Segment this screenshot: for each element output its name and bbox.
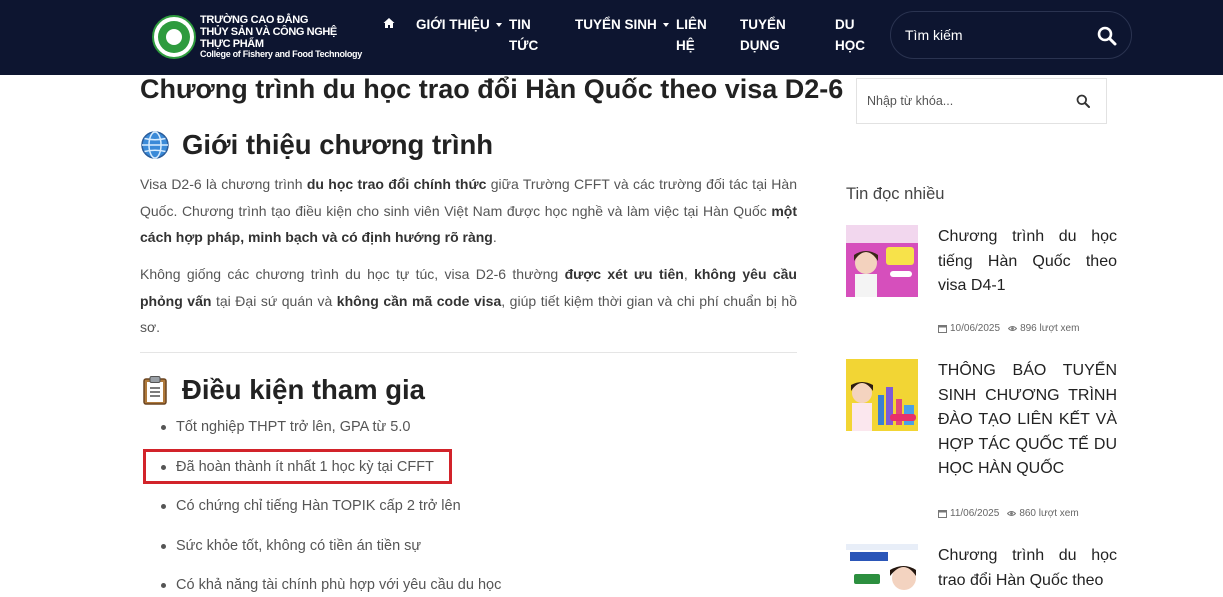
popular-post-item[interactable]: Chương trình du học trao đổi Hàn Quốc th… <box>846 544 1117 597</box>
post-thumbnail[interactable] <box>846 544 918 597</box>
requirements-list: Tốt nghiệp THPT trở lên, GPA từ 5.0 Đã h… <box>140 414 797 597</box>
post-thumbnail[interactable] <box>846 225 918 297</box>
header-search-placeholder: Tìm kiếm <box>905 27 963 43</box>
logo-line-3: College of Fishery and Food Technology <box>200 49 362 60</box>
calendar-icon <box>938 325 947 333</box>
highlight-annotation-box <box>143 449 452 484</box>
post-date: 11/06/2025 <box>950 508 1000 519</box>
eye-icon <box>1008 326 1018 331</box>
chevron-down-icon <box>662 23 669 28</box>
chevron-down-icon <box>495 23 502 28</box>
search-icon[interactable] <box>1097 26 1117 46</box>
post-title[interactable]: Chương trình du học tiếng Hàn Quốc theo … <box>938 225 1117 299</box>
section-heading-intro: Giới thiệu chương trình <box>140 125 493 165</box>
intro-paragraph-1: Visa D2-6 là chương trình du học trao đổ… <box>140 176 797 245</box>
post-views: 860 lượt xem <box>1019 508 1079 519</box>
nav-du-hoc[interactable]: DU HỌC <box>835 14 865 56</box>
section-divider <box>140 352 797 353</box>
nav-tuyen-sinh[interactable]: TUYỂN SINH <box>575 14 669 35</box>
eye-icon <box>1007 511 1017 516</box>
logo-line-2: THỦY SẢN VÀ CÔNG NGHỆ THỰC PHẨM <box>200 26 337 51</box>
post-meta: 11/06/2025 860 lượt xem <box>938 508 1079 519</box>
globe-icon <box>141 131 169 159</box>
section-heading-requirements-text: Điều kiện tham gia <box>182 374 425 405</box>
section-heading-intro-text: Giới thiệu chương trình <box>182 129 494 160</box>
post-meta: 10/06/2025 896 lượt xem <box>938 323 1079 334</box>
site-logo[interactable]: TRƯỜNG CAO ĐẲNG THỦY SẢN VÀ CÔNG NGHỆ TH… <box>152 14 362 60</box>
list-item: Sức khỏe tốt, không có tiền án tiền sự <box>140 533 797 573</box>
nav-tuyen-sinh-label: TUYỂN SINH <box>575 17 657 32</box>
header-search-input[interactable]: Tìm kiếm <box>890 11 1132 59</box>
logo-line-1: TRƯỜNG CAO ĐẲNG <box>200 13 309 26</box>
post-title[interactable]: Chương trình du học trao đổi Hàn Quốc th… <box>938 544 1117 593</box>
popular-posts-heading: Tin đọc nhiều <box>846 185 945 203</box>
post-views: 896 lượt xem <box>1020 323 1080 334</box>
list-item: Tốt nghiệp THPT trở lên, GPA từ 5.0 <box>140 414 797 454</box>
nav-tin-tuc[interactable]: TIN TỨC <box>509 14 538 56</box>
post-title[interactable]: THÔNG BÁO TUYỂN SINH CHƯƠNG TRÌNH ĐÀO TẠ… <box>938 359 1117 482</box>
list-item: Có chứng chỉ tiếng Hàn TOPIK cấp 2 trở l… <box>140 493 797 533</box>
home-icon[interactable] <box>383 17 395 29</box>
nav-gioi-thieu[interactable]: GIỚI THIỆU <box>416 14 502 35</box>
nav-gioi-thieu-label: GIỚI THIỆU <box>416 17 490 32</box>
calendar-icon <box>938 510 947 518</box>
section-heading-requirements: Điều kiện tham gia <box>140 370 425 410</box>
logo-seal-icon <box>152 15 196 59</box>
list-item: Có khả năng tài chính phù hợp với yêu cầ… <box>140 572 797 597</box>
post-date: 10/06/2025 <box>950 323 1001 334</box>
page-title: Chương trình du học trao đổi Hàn Quốc th… <box>140 74 844 104</box>
intro-paragraph-2: Không giống các chương trình du học tự t… <box>140 266 798 335</box>
nav-lien-he[interactable]: LIÊN HỆ <box>676 14 707 56</box>
post-thumbnail[interactable] <box>846 359 918 431</box>
clipboard-icon <box>143 376 167 405</box>
sidebar-search-input[interactable]: Nhập từ khóa... <box>856 78 1107 124</box>
nav-tuyen-dung[interactable]: TUYỂN DỤNG <box>740 14 786 56</box>
search-icon[interactable] <box>1076 94 1090 108</box>
popular-post-item[interactable]: THÔNG BÁO TUYỂN SINH CHƯƠNG TRÌNH ĐÀO TẠ… <box>846 359 1117 524</box>
sidebar-search-placeholder: Nhập từ khóa... <box>867 94 954 108</box>
site-header: TRƯỜNG CAO ĐẲNG THỦY SẢN VÀ CÔNG NGHỆ TH… <box>0 0 1223 75</box>
logo-text: TRƯỜNG CAO ĐẲNG THỦY SẢN VÀ CÔNG NGHỆ TH… <box>200 14 362 60</box>
popular-post-item[interactable]: Chương trình du học tiếng Hàn Quốc theo … <box>846 225 1117 340</box>
